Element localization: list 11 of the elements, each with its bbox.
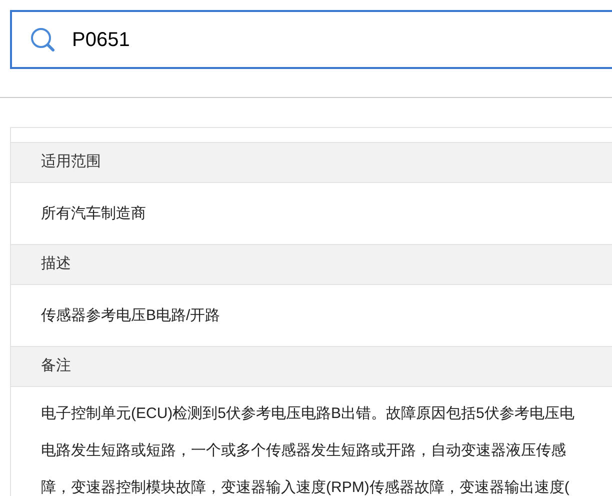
section-text: 电路发生短路或短路，一个或多个传感器发生短路或开路，自动变速器液压传感 [41,441,566,461]
section-heading: 备注 [41,356,71,376]
search-icon [30,26,56,52]
section-text: 传感器参考电压B电路/开路 [41,306,220,326]
section-text: 障，变速器控制模块故障，变速器输入速度(RPM)传感器故障，变速器输出速度( [41,478,570,496]
section-text: 所有汽车制造商 [41,204,146,224]
section-heading: 描述 [41,254,71,274]
section-text: 电子控制单元(ECU)检测到5伏参考电压电路B出错。故障原因包括5伏参考电压电 [41,404,574,424]
search-input[interactable]: P0651 [72,24,372,54]
search-field[interactable]: P0651 [10,10,612,69]
section-heading: 适用范围 [41,152,101,172]
